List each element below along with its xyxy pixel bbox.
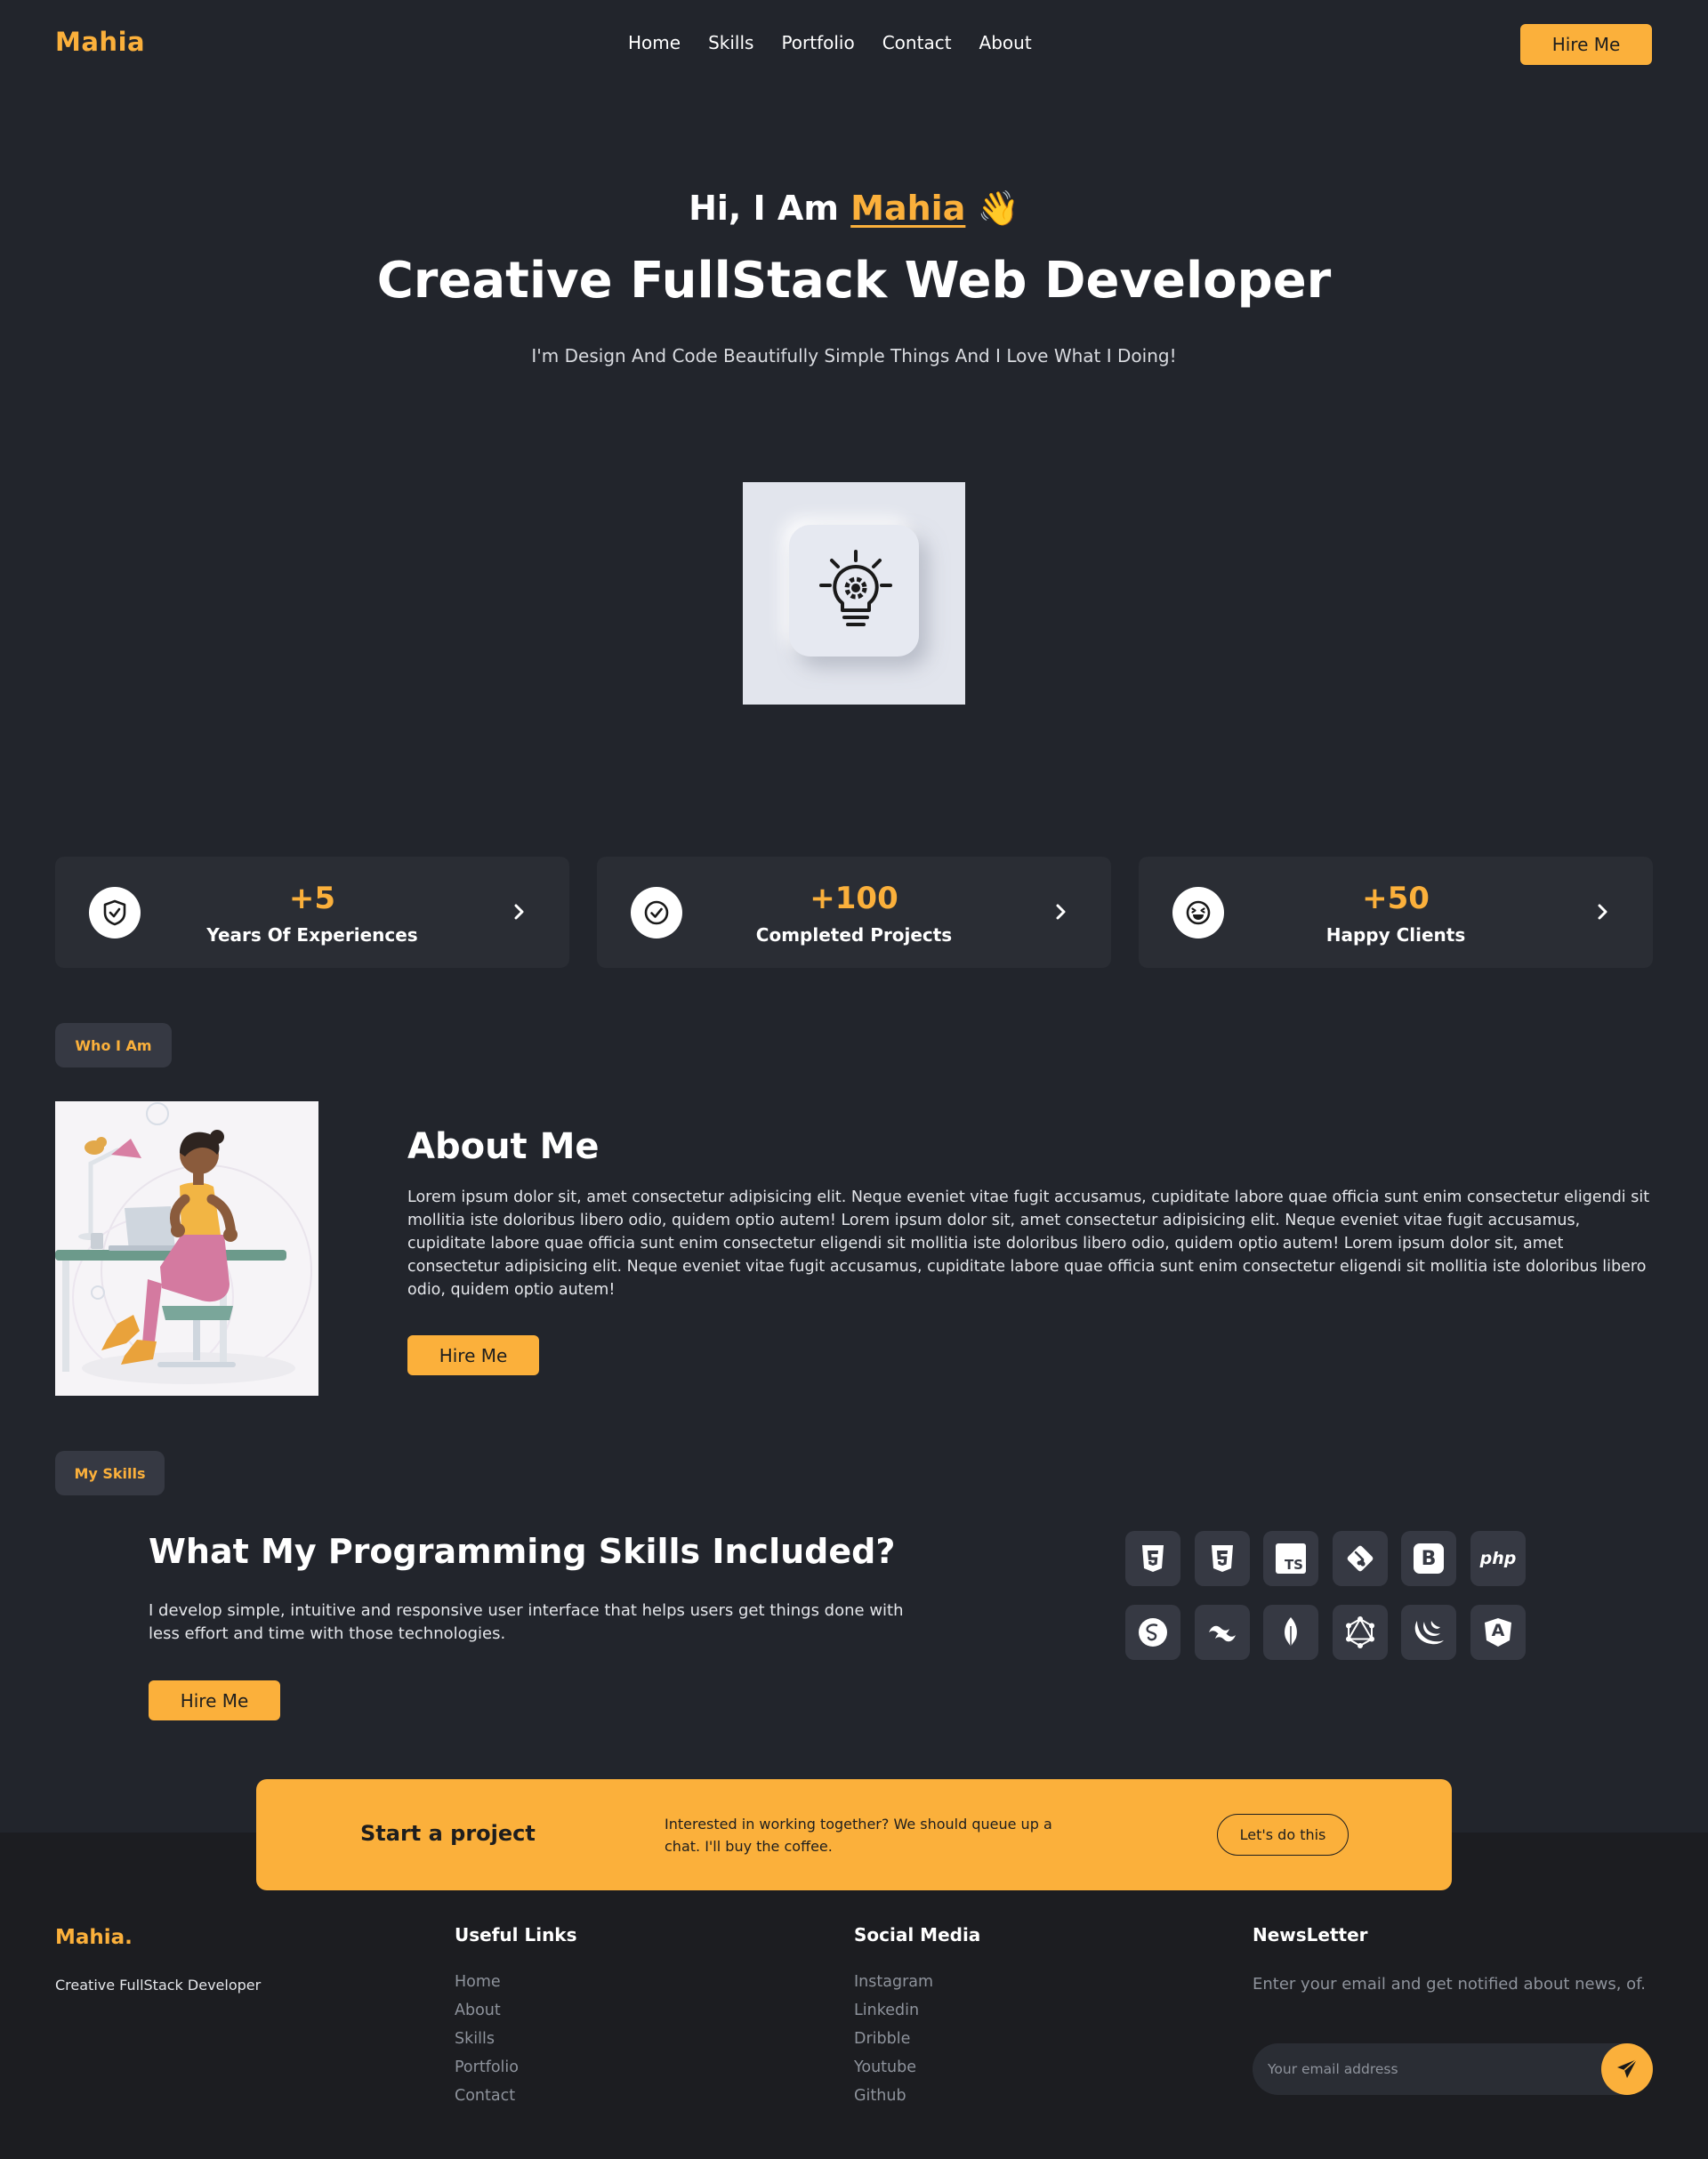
hero-tile xyxy=(789,525,919,657)
typescript-logo-text: TS xyxy=(1284,1557,1303,1573)
angular-logo: A xyxy=(1483,1616,1513,1648)
graphql-icon[interactable] xyxy=(1333,1605,1388,1660)
newsletter-send-button[interactable] xyxy=(1601,2043,1653,2095)
social-links-list: Instagram Linkedin Dribble Youtube Githu… xyxy=(854,1973,933,2106)
skills-text: I develop simple, intuitive and responsi… xyxy=(149,1601,904,1643)
social-media-heading: Social Media xyxy=(854,1924,981,1946)
social-link-github[interactable]: Github xyxy=(854,2087,933,2106)
about-hire-button[interactable]: Hire Me xyxy=(407,1335,539,1375)
cta-text: Interested in working together? We shoul… xyxy=(665,1816,1052,1855)
html5-icon[interactable] xyxy=(1125,1531,1180,1586)
hero-subtitle: I'm Design And Code Beautifully Simple T… xyxy=(531,345,1177,367)
css3-icon[interactable] xyxy=(1195,1531,1250,1586)
chevron-right-icon xyxy=(514,904,524,920)
git-icon[interactable] xyxy=(1333,1531,1388,1586)
footer-link-portfolio[interactable]: Portfolio xyxy=(455,2058,519,2077)
site-logo[interactable]: Mahia xyxy=(55,27,145,57)
stat-label: Happy Clients xyxy=(1325,924,1466,946)
angular-icon[interactable]: A xyxy=(1470,1605,1526,1660)
bootstrap-icon[interactable]: B xyxy=(1401,1531,1456,1586)
nav-link-skills[interactable]: Skills xyxy=(708,32,753,53)
footer-tagline: Creative FullStack Developer xyxy=(55,1977,262,1994)
stat-value: +5 xyxy=(288,881,336,916)
sass-icon[interactable] xyxy=(1125,1605,1180,1660)
my-skills-badge: My Skills xyxy=(55,1451,165,1495)
who-i-am-badge: Who I Am xyxy=(55,1023,172,1067)
footer-link-home[interactable]: Home xyxy=(455,1973,519,1992)
nav-link-portfolio[interactable]: Portfolio xyxy=(781,32,854,53)
paper-plane-icon xyxy=(1617,2058,1638,2078)
about-text: Lorem ipsum dolor sit, amet consectetur … xyxy=(407,1188,1650,1299)
jquery-icon[interactable] xyxy=(1401,1605,1456,1660)
social-link-youtube[interactable]: Youtube xyxy=(854,2058,933,2077)
social-link-linkedin[interactable]: Linkedin xyxy=(854,2002,933,2020)
stat-value: +50 xyxy=(1362,881,1430,916)
greeting-text: Hi, I Am xyxy=(689,189,839,228)
footer-link-about[interactable]: About xyxy=(455,2002,519,2020)
typescript-icon[interactable]: TS xyxy=(1263,1531,1318,1586)
newsletter-text: Enter your email and get notified about … xyxy=(1253,1975,1646,1994)
nav-link-home[interactable]: Home xyxy=(628,32,681,53)
stat-card-experience[interactable]: +5 Years Of Experiences xyxy=(55,857,569,968)
useful-links-heading: Useful Links xyxy=(455,1924,577,1946)
php-icon[interactable]: php xyxy=(1470,1531,1526,1586)
bootstrap-logo-text: B xyxy=(1414,1543,1444,1574)
hero-image xyxy=(743,482,965,705)
wave-icon: 👋 xyxy=(977,189,1019,228)
typescript-logo-box: TS xyxy=(1276,1543,1306,1574)
useful-links-list: Home About Skills Portfolio Contact xyxy=(455,1973,519,2106)
social-link-dribble[interactable]: Dribble xyxy=(854,2030,933,2049)
newsletter-heading: NewsLetter xyxy=(1253,1924,1368,1946)
footer-link-skills[interactable]: Skills xyxy=(455,2030,519,2049)
lets-do-this-button[interactable]: Let's do this xyxy=(1217,1814,1349,1856)
mongodb-icon[interactable] xyxy=(1263,1605,1318,1660)
footer-link-contact[interactable]: Contact xyxy=(455,2087,519,2106)
skills-hire-button[interactable]: Hire Me xyxy=(149,1680,280,1720)
nav-link-about[interactable]: About xyxy=(979,32,1032,53)
tailwind-icon[interactable] xyxy=(1195,1605,1250,1660)
stat-card-projects[interactable]: +100 Completed Projects xyxy=(597,857,1111,968)
skills-title: What My Programming Skills Included? xyxy=(149,1532,896,1571)
top-navbar: Mahia Home Skills Portfolio Contact Abou… xyxy=(0,0,1708,89)
start-project-banner: Start a project Interested in working to… xyxy=(256,1779,1452,1890)
php-logo-text: php xyxy=(1479,1549,1517,1568)
chevron-right-icon xyxy=(1598,904,1607,920)
about-title: About Me xyxy=(407,1126,600,1167)
main-menu: Home Skills Portfolio Contact About xyxy=(628,32,1032,53)
nav-link-contact[interactable]: Contact xyxy=(882,32,952,53)
about-illustration xyxy=(55,1101,318,1396)
stat-label: Completed Projects xyxy=(755,924,953,946)
developer-illustration xyxy=(55,1101,318,1396)
stat-card-clients[interactable]: +50 Happy Clients xyxy=(1139,857,1653,968)
hero-greeting: Hi, I Am Mahia 👋 xyxy=(0,189,1708,229)
nav-hire-button[interactable]: Hire Me xyxy=(1520,24,1652,65)
newsletter-email-input[interactable] xyxy=(1253,2043,1653,2095)
stat-value: +100 xyxy=(810,881,898,916)
cta-title: Start a project xyxy=(360,1821,536,1846)
hero-title: Creative FullStack Web Developer xyxy=(376,252,1332,310)
angular-logo-text: A xyxy=(1491,1621,1505,1640)
footer-logo[interactable]: Mahia. xyxy=(55,1926,133,1949)
social-link-instagram[interactable]: Instagram xyxy=(854,1973,933,1992)
lightbulb-gear-icon xyxy=(819,550,892,626)
hero-name: Mahia xyxy=(850,189,966,228)
chevron-right-icon xyxy=(1056,904,1066,920)
stat-label: Years Of Experiences xyxy=(206,924,418,946)
